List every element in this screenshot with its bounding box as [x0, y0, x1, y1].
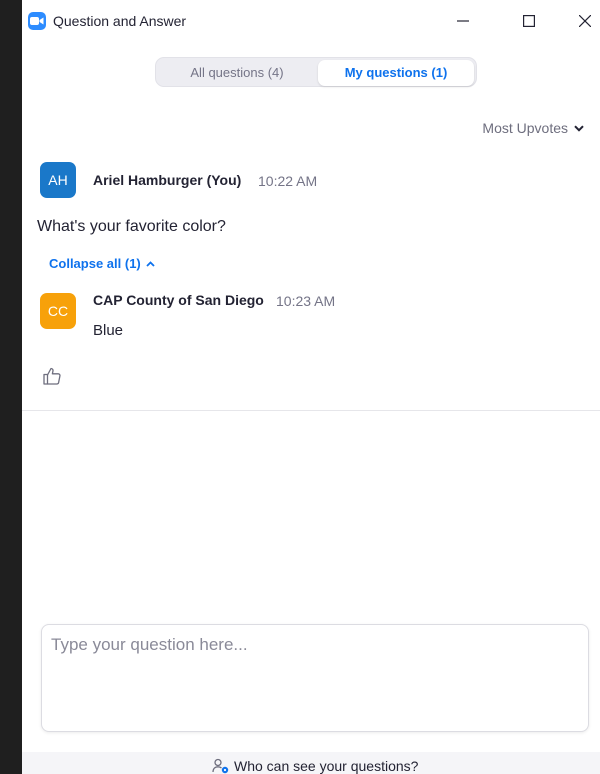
chevron-up-icon: [146, 260, 155, 267]
avatar: AH: [40, 162, 76, 198]
question-time: 10:22 AM: [258, 173, 318, 189]
close-icon: [579, 15, 591, 27]
thumbs-up-icon: [43, 367, 61, 385]
who-can-see-label: Who can see your questions?: [234, 758, 419, 774]
question-filter-tabs: All questions (4) My questions (1): [155, 57, 477, 87]
collapse-label: Collapse all (1): [49, 256, 141, 271]
tab-all-questions[interactable]: All questions (4): [158, 60, 316, 86]
divider: [22, 410, 600, 411]
maximize-icon: [523, 15, 535, 27]
answer-text: Blue: [93, 322, 124, 339]
chevron-down-icon: [574, 124, 584, 132]
maximize-button[interactable]: [506, 0, 552, 43]
question-text: What's your favorite color?: [37, 218, 226, 235]
question-input-box: [41, 624, 589, 732]
user-eye-icon: [212, 758, 229, 774]
zoom-camera-icon: [28, 12, 46, 30]
question-author: Ariel Hamburger (You): [93, 172, 242, 188]
avatar: CC: [40, 293, 76, 329]
close-button[interactable]: [562, 0, 600, 43]
sort-dropdown[interactable]: Most Upvotes: [482, 120, 584, 136]
tab-my-questions[interactable]: My questions (1): [318, 60, 474, 86]
who-can-see-link[interactable]: Who can see your questions?: [212, 758, 418, 774]
answer-time: 10:23 AM: [276, 293, 336, 309]
qa-window: Question and Answer All questions (4) My…: [22, 0, 600, 774]
collapse-all-link[interactable]: Collapse all (1): [49, 256, 155, 271]
answer-author: CAP County of San Diego: [93, 292, 264, 308]
upvote-button[interactable]: [41, 365, 63, 387]
sort-label: Most Upvotes: [482, 120, 568, 136]
minimize-button[interactable]: [440, 0, 486, 43]
title-bar: Question and Answer: [22, 0, 600, 43]
question-input[interactable]: [42, 625, 588, 731]
window-title: Question and Answer: [53, 13, 187, 29]
minimize-icon: [457, 20, 469, 22]
